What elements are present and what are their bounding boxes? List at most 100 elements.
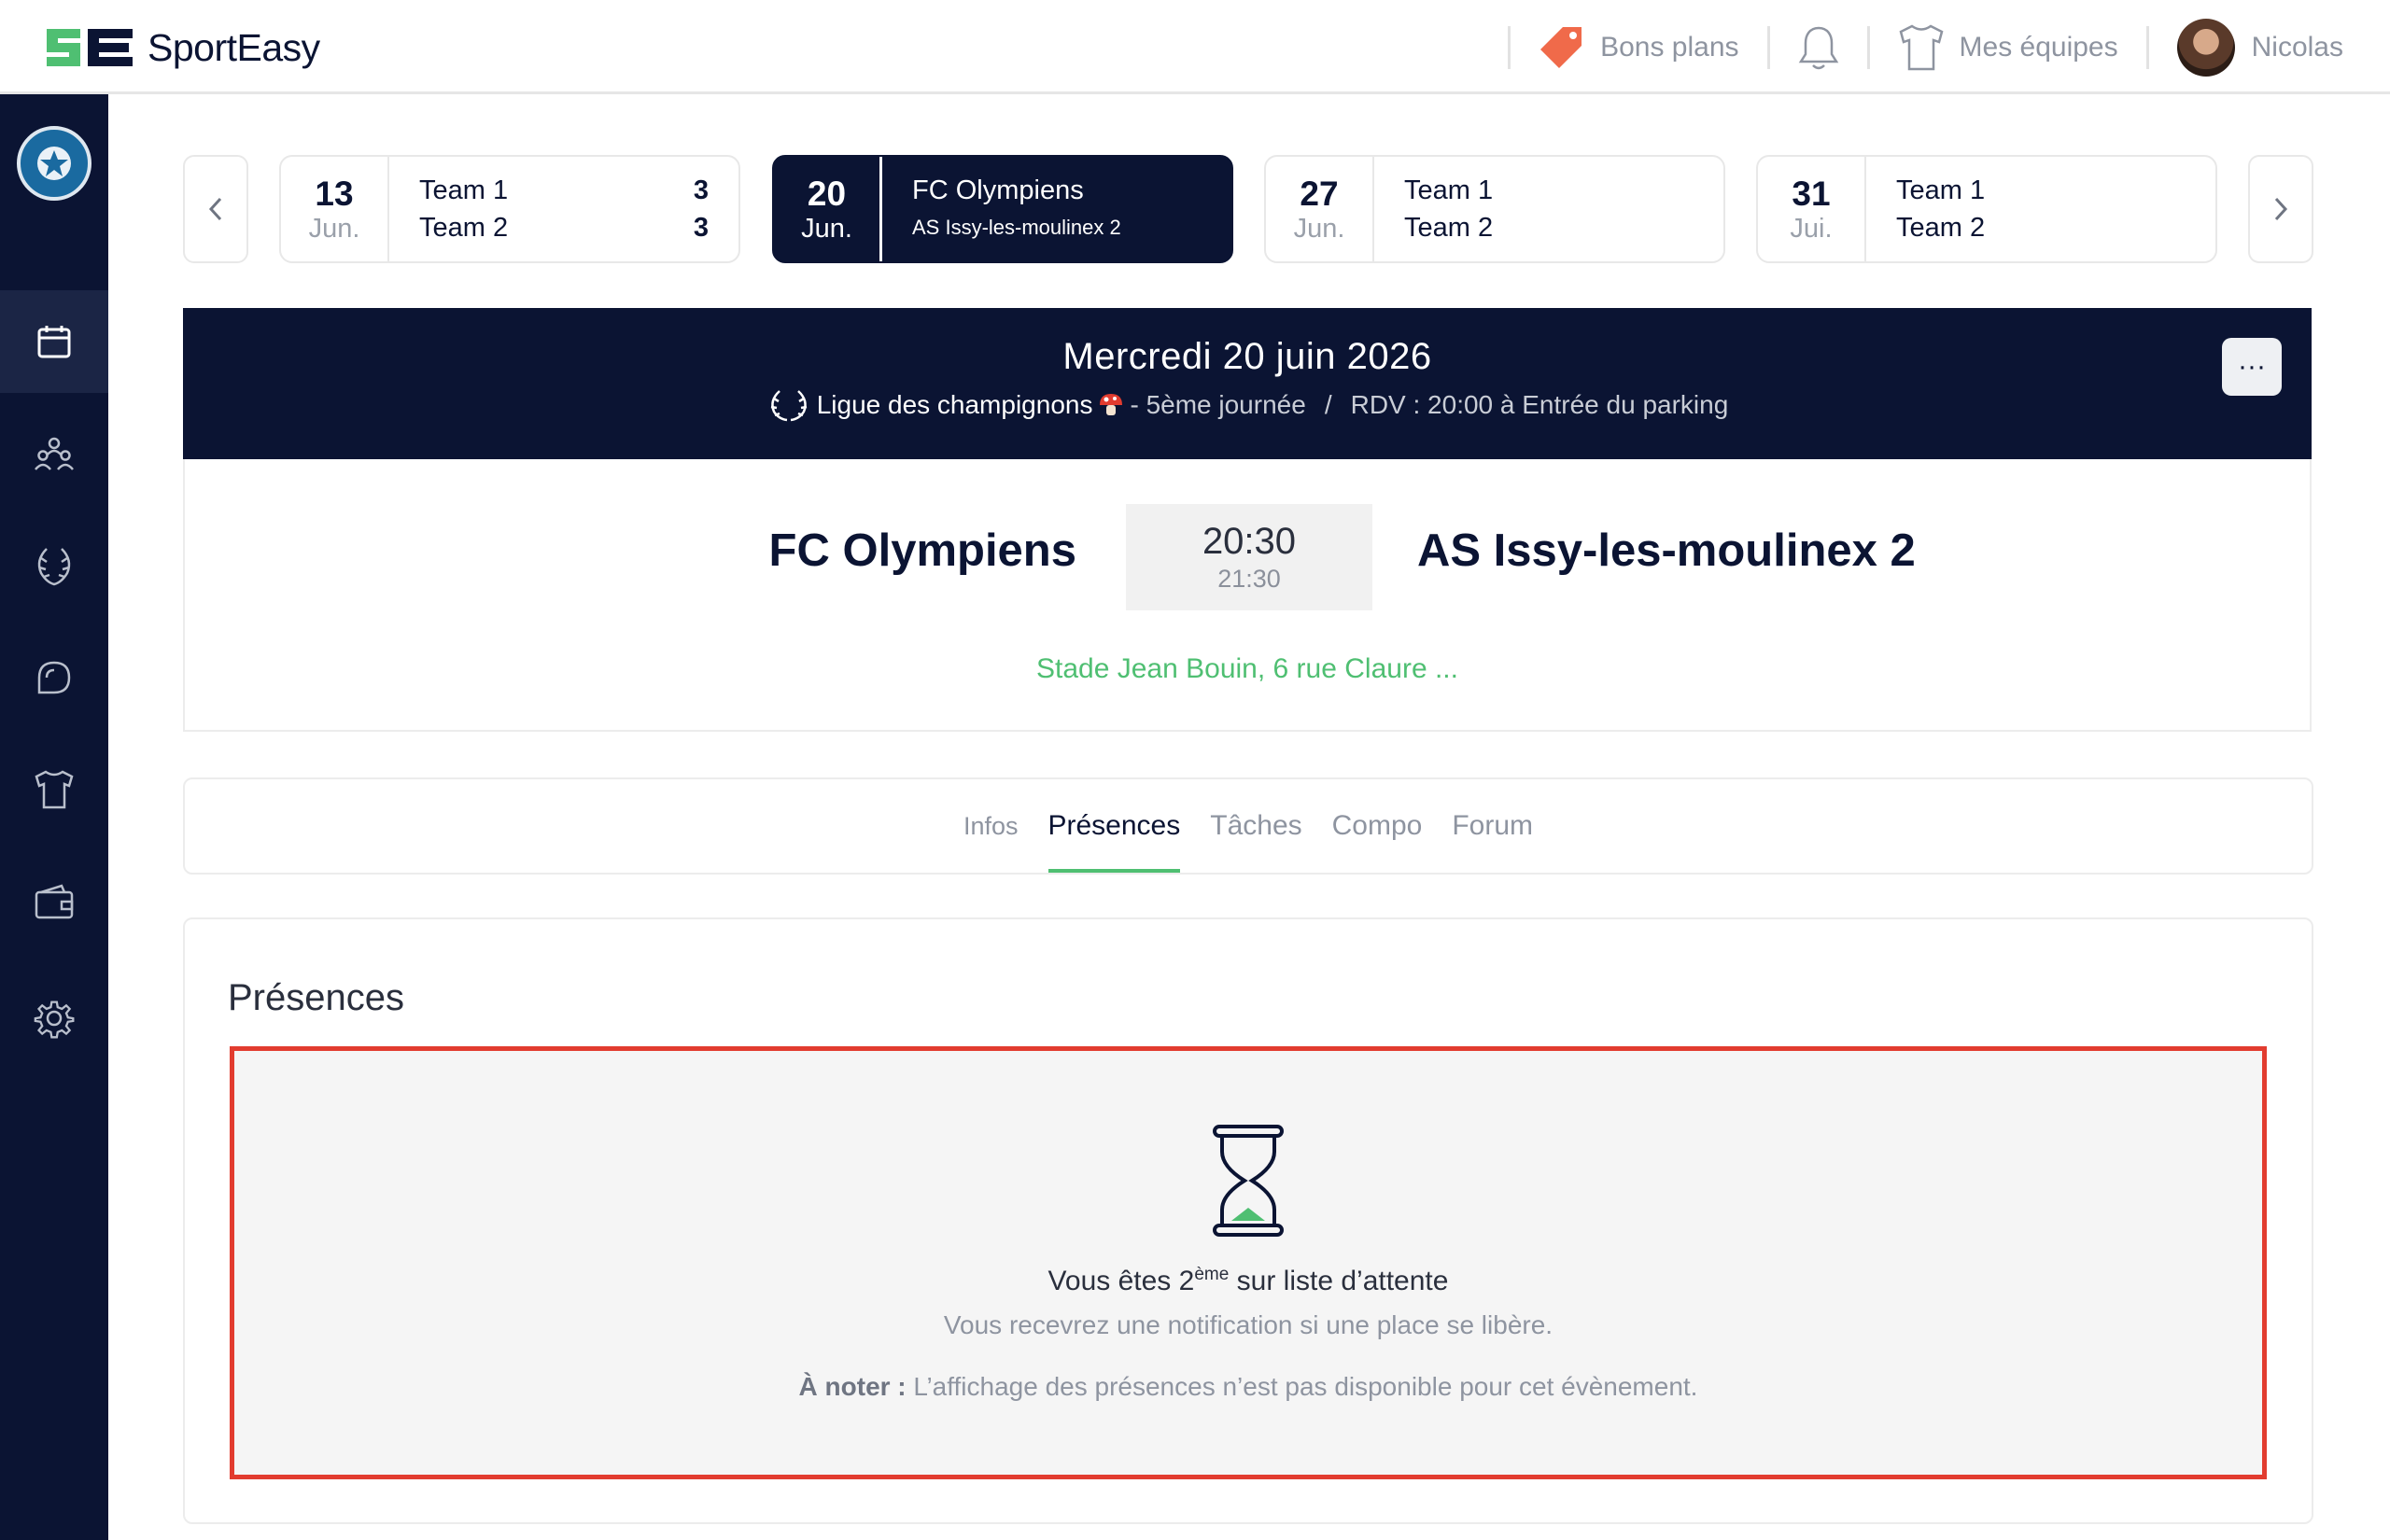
laurel-icon [770, 390, 807, 422]
end-time: 21:30 [1217, 565, 1281, 593]
date-card[interactable]: 13 Jun. Team 1 3 Team 2 3 [279, 155, 740, 263]
date-card[interactable]: 27 Jun. Team 1 Team 2 [1264, 155, 1725, 263]
top-right-menu: Bons plans Mes équipes Nicolas [1508, 0, 2390, 94]
my-teams-label: Mes équipes [1959, 31, 2118, 63]
sidebar-item-messages[interactable] [0, 626, 108, 729]
competition-name: Ligue des champignons [816, 390, 1093, 419]
team-row: Team 1 [1404, 172, 1694, 209]
date-day: 13 [315, 175, 354, 213]
team-name: Team 1 [419, 175, 509, 205]
separator: / [1324, 390, 1332, 419]
sporteasy-logo[interactable]: SportEasy [43, 24, 320, 71]
laurel-icon [37, 548, 71, 586]
more-options-button[interactable]: ··· [2222, 338, 2282, 396]
match-card: FC Olympiens 20:30 21:30 AS Issy-les-mou… [183, 459, 2312, 732]
sidebar-item-settings[interactable] [0, 967, 108, 1070]
note-text: L’affichage des présences n’est pas disp… [906, 1372, 1698, 1401]
team-row: Team 1 [1896, 172, 2186, 209]
calendar-icon [37, 326, 71, 358]
top-bar: SportEasy Bons plans Mes équipes Nicolas [0, 0, 2390, 94]
bell-icon [1798, 26, 1838, 69]
tab-tasks[interactable]: Tâches [1195, 779, 1316, 873]
section-title: Présences [228, 977, 404, 1018]
event-subtitle: Ligue des champignons - 5ème journée / R… [183, 387, 2312, 423]
members-icon [35, 437, 74, 470]
date-day: 31 [1792, 175, 1831, 213]
note: À noter : L’affichage des présences n’es… [234, 1372, 2262, 1402]
home-team: FC Olympiens [768, 525, 1076, 576]
meeting-point: RDV : 20:00 à Entrée du parking [1350, 390, 1729, 419]
team-name: Team 2 [1404, 213, 1494, 243]
tag-icon [1540, 26, 1582, 68]
date-month: Jui. [1790, 214, 1833, 244]
notification-info: Vous recevrez une notification si une pl… [943, 1310, 1554, 1339]
note-label: À noter : [798, 1372, 907, 1401]
date-card[interactable]: 31 Jui. Team 1 Team 2 [1756, 155, 2217, 263]
team-name: Team 2 [1896, 213, 1986, 243]
chat-icon [37, 661, 71, 694]
team-score: 3 [693, 213, 709, 243]
teams-column: Team 1 3 Team 2 3 [389, 157, 738, 261]
sporteasy-logo-mark [47, 29, 133, 66]
waitlist-sup: ème [1194, 1265, 1230, 1284]
team-name: Team 1 [1896, 175, 1986, 205]
notifications-button[interactable] [1770, 0, 1867, 94]
date-month: Jun. [1293, 214, 1345, 244]
team-row: FC Olympiens [912, 172, 1202, 209]
teams-column: Team 1 Team 2 [1374, 157, 1723, 261]
tab-forum[interactable]: Forum [1437, 779, 1548, 873]
event-header: Mercredi 20 juin 2026 Ligue des champign… [183, 308, 2312, 459]
tabs-bar: Infos Présences Tâches Compo Forum [183, 777, 2313, 875]
date-month: Jun. [801, 214, 852, 244]
date-day: 20 [807, 175, 847, 213]
sidebar-item-wallet[interactable] [0, 850, 108, 953]
date-day: 27 [1300, 175, 1339, 213]
team-name: FC Olympiens [912, 175, 1084, 205]
deals-button[interactable]: Bons plans [1511, 0, 1766, 94]
team-row: Team 2 [1896, 209, 2186, 246]
team-name: Team 1 [1404, 175, 1494, 205]
event-date: Mercredi 20 juin 2026 [1062, 336, 1432, 377]
jersey-icon [35, 770, 74, 809]
tab-infos[interactable]: Infos [949, 779, 1033, 873]
club-badge[interactable] [17, 126, 91, 201]
start-time: 20:30 [1202, 521, 1297, 562]
date-column: 27 Jun. [1266, 157, 1374, 261]
jersey-icon [1899, 24, 1943, 70]
user-name: Nicolas [2251, 31, 2343, 63]
wallet-icon [35, 884, 74, 919]
team-row: AS Issy-les-moulinex 2 [912, 209, 1202, 246]
venue-link[interactable]: Stade Jean Bouin, 6 rue Claure ... [185, 653, 2310, 685]
team-row: Team 2 [1404, 209, 1694, 246]
date-month: Jun. [308, 214, 360, 244]
user-menu[interactable]: Nicolas [2149, 0, 2390, 94]
team-name: AS Issy-les-moulinex 2 [912, 216, 1121, 239]
team-name: Team 2 [419, 213, 509, 243]
my-teams-button[interactable]: Mes équipes [1870, 0, 2146, 94]
hourglass-icon [1213, 1125, 1284, 1237]
waitlist-prefix: Vous êtes 2 [1047, 1266, 1195, 1296]
round-label: - 5ème journée [1130, 390, 1306, 419]
star-icon [37, 147, 71, 180]
teams-column: FC Olympiens AS Issy-les-moulinex 2 [882, 157, 1231, 261]
team-score: 3 [693, 175, 709, 205]
date-card-active[interactable]: 20 Jun. FC Olympiens AS Issy-les-mouline… [772, 155, 1233, 263]
app-name: SportEasy [148, 25, 320, 69]
team-row: Team 1 3 [419, 172, 709, 209]
sidebar [0, 94, 108, 1540]
tab-presences[interactable]: Présences [1033, 779, 1196, 873]
match-time: 20:30 21:30 [1126, 504, 1372, 610]
deals-label: Bons plans [1600, 31, 1739, 63]
chevron-left-icon [208, 197, 222, 221]
sidebar-item-calendar[interactable] [0, 290, 108, 393]
sidebar-item-competitions[interactable] [0, 514, 108, 617]
teams-column: Team 1 Team 2 [1866, 157, 2215, 261]
prev-button[interactable] [183, 155, 248, 263]
waitlist-suffix: sur liste d’attente [1229, 1266, 1449, 1296]
sidebar-item-members[interactable] [0, 402, 108, 505]
tab-compo[interactable]: Compo [1317, 779, 1438, 873]
date-column: 31 Jui. [1758, 157, 1866, 261]
waitlist-panel: Vous êtes 2ème sur liste d’attente Vous … [230, 1046, 2267, 1479]
sidebar-item-teams[interactable] [0, 738, 108, 841]
next-button[interactable] [2248, 155, 2313, 263]
